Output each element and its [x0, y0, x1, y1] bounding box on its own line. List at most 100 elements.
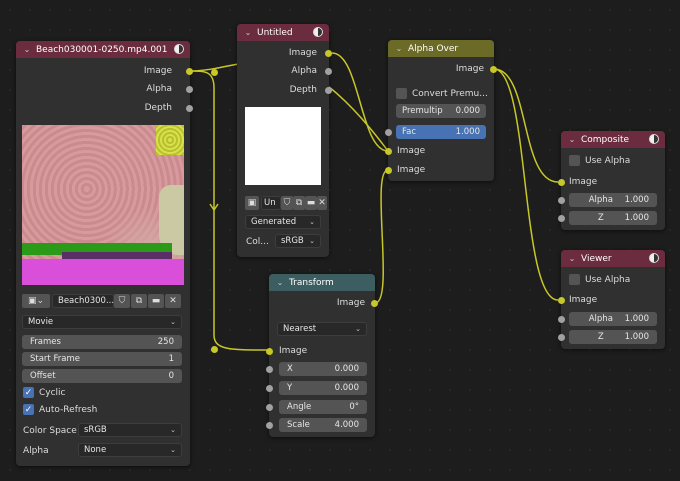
movie-output-image-label: Image: [143, 66, 172, 76]
viewer-input-label: Image: [569, 295, 598, 305]
scale-input-socket[interactable]: [266, 422, 273, 429]
source-type-dropdown[interactable]: Movie ⌄: [22, 315, 182, 329]
unlink-close-icon[interactable]: ✕: [317, 196, 327, 210]
offset-field[interactable]: Offset 0: [22, 369, 182, 383]
cyclic-checkbox[interactable]: ✓ Cyclic: [23, 387, 66, 398]
fake-user-shield-icon[interactable]: ⛉: [114, 294, 130, 308]
start-frame-field[interactable]: Start Frame 1: [22, 352, 182, 366]
alpha-over-node[interactable]: ⌄ Alpha Over Image Convert Premu... Prem…: [385, 40, 497, 181]
image-browse-icon[interactable]: ▣: [245, 196, 259, 210]
viewer-alpha-field[interactable]: Alpha 1.000: [569, 312, 657, 326]
alpha-mode-dropdown[interactable]: None ⌄: [78, 443, 182, 457]
x-field[interactable]: X 0.000: [279, 362, 367, 376]
chevron-down-icon: ⌄: [309, 237, 315, 245]
y-field[interactable]: Y 0.000: [279, 381, 367, 395]
viewer-node[interactable]: ⌄ Viewer Use Alpha Image Alpha 1.000 Z 1.0…: [558, 250, 665, 349]
generated-source-dropdown[interactable]: Generated ⌄: [245, 215, 321, 229]
movie-clip-node[interactable]: ⌄ Beach030001-0250.mp4.001 Image Alpha D…: [16, 41, 193, 466]
composite-title: Composite: [581, 134, 630, 145]
viewer-image-socket[interactable]: [558, 297, 565, 304]
composite-alpha-field[interactable]: Alpha 1.000: [569, 193, 657, 207]
untitled-image-node[interactable]: ⌄ Untitled Image Alpha Depth ▣ Un ⛉ ⧉ ▬ …: [237, 24, 332, 257]
viewer-z-socket[interactable]: [558, 334, 565, 341]
transform-output-socket[interactable]: [371, 300, 378, 307]
preview-sphere-icon[interactable]: [649, 253, 659, 263]
untitled-output-image-label: Image: [288, 48, 317, 58]
composite-use-alpha-checkbox[interactable]: Use Alpha: [569, 155, 630, 166]
x-input-socket[interactable]: [266, 366, 273, 373]
composite-z-field[interactable]: Z 1.000: [569, 211, 657, 225]
untitled-output-alpha-socket[interactable]: [325, 68, 332, 75]
duplicate-image-icon[interactable]: ⧉: [131, 294, 147, 308]
auto-refresh-checkbox[interactable]: ✓ Auto-Refresh: [23, 404, 97, 415]
movie-node-header[interactable]: ⌄ Beach030001-0250.mp4.001: [16, 41, 190, 58]
angle-field[interactable]: Angle 0°: [279, 400, 367, 414]
link-reroute-arrow-icon: [209, 203, 219, 212]
collapse-chevron-icon[interactable]: ⌄: [243, 28, 253, 37]
composite-header[interactable]: ⌄ Composite: [561, 131, 665, 148]
composite-image-socket[interactable]: [558, 179, 565, 186]
movie-output-depth-socket[interactable]: [186, 105, 193, 112]
preview-sphere-icon[interactable]: [649, 134, 659, 144]
preview-magenta-band: [22, 259, 184, 285]
composite-node[interactable]: ⌄ Composite Use Alpha Image Alpha 1.000 Z…: [558, 131, 665, 230]
scale-field[interactable]: Scale 4.000: [279, 418, 367, 432]
viewer-header[interactable]: ⌄ Viewer: [561, 250, 665, 267]
transform-input-socket[interactable]: [266, 348, 273, 355]
fac-input-socket[interactable]: [385, 129, 392, 136]
movie-output-alpha-label: Alpha: [146, 84, 172, 94]
untitled-output-depth-socket[interactable]: [325, 87, 332, 94]
fake-user-shield-icon[interactable]: ⛉: [281, 196, 293, 210]
transform-title: Transform: [289, 277, 334, 288]
checkbox-empty-icon: [569, 155, 580, 166]
movie-output-depth-label: Depth: [144, 103, 172, 113]
reroute-socket[interactable]: [211, 69, 218, 76]
open-folder-icon[interactable]: ▬: [305, 196, 317, 210]
untitled-output-image-socket[interactable]: [325, 50, 332, 57]
viewer-z-field[interactable]: Z 1.000: [569, 330, 657, 344]
transform-node[interactable]: ⌄ Transform Image Nearest ⌄ Image X 0.000 …: [266, 274, 378, 437]
fac-field[interactable]: Fac 1.000: [396, 125, 486, 139]
transform-header[interactable]: ⌄ Transform: [269, 274, 375, 291]
color-space-dropdown[interactable]: sRGB ⌄: [78, 423, 182, 437]
composite-z-socket[interactable]: [558, 215, 565, 222]
premultiplied-field[interactable]: Premultip 0.000: [396, 104, 486, 118]
transform-output-label: Image: [336, 298, 365, 308]
alpha-over-header[interactable]: ⌄ Alpha Over: [388, 40, 494, 57]
frames-field[interactable]: Frames 250: [22, 335, 182, 349]
convert-premultiplied-checkbox[interactable]: Convert Premu...: [396, 88, 488, 99]
checkbox-empty-icon: [569, 274, 580, 285]
filter-type-dropdown[interactable]: Nearest ⌄: [277, 322, 367, 336]
collapse-chevron-icon[interactable]: ⌄: [567, 254, 577, 263]
reroute-socket-lower[interactable]: [211, 346, 218, 353]
duplicate-image-icon[interactable]: ⧉: [293, 196, 305, 210]
chevron-down-icon: ⌄: [309, 218, 315, 226]
movie-image-name-field[interactable]: Beach0300...: [52, 294, 114, 308]
collapse-chevron-icon[interactable]: ⌄: [394, 44, 404, 53]
chevron-down-icon: ⌄: [170, 318, 176, 326]
link-untitled-to-alphaover: [331, 52, 389, 152]
preview-sphere-icon[interactable]: [313, 27, 323, 37]
viewer-use-alpha-checkbox[interactable]: Use Alpha: [569, 274, 630, 285]
untitled-node-header[interactable]: ⌄ Untitled: [237, 24, 329, 41]
alpha-over-input2-socket[interactable]: [385, 167, 392, 174]
color-space-label: Color Space: [23, 426, 77, 436]
untitled-image-name-field[interactable]: Un: [261, 196, 281, 210]
angle-input-socket[interactable]: [266, 404, 273, 411]
movie-output-image-socket[interactable]: [186, 68, 193, 75]
collapse-chevron-icon[interactable]: ⌄: [275, 278, 285, 287]
untitled-colorspace-dropdown[interactable]: sRGB ⌄: [275, 234, 321, 248]
untitled-node-title: Untitled: [257, 27, 293, 38]
composite-alpha-socket[interactable]: [558, 197, 565, 204]
y-input-socket[interactable]: [266, 385, 273, 392]
alpha-over-input1-socket[interactable]: [385, 148, 392, 155]
preview-sphere-icon[interactable]: [174, 44, 184, 54]
movie-output-alpha-socket[interactable]: [186, 86, 193, 93]
collapse-chevron-icon[interactable]: ⌄: [567, 135, 577, 144]
alpha-over-output-socket[interactable]: [490, 66, 497, 73]
viewer-alpha-socket[interactable]: [558, 316, 565, 323]
unlink-close-icon[interactable]: ✕: [165, 294, 181, 308]
collapse-chevron-icon[interactable]: ⌄: [22, 45, 32, 54]
open-folder-icon[interactable]: ▬: [148, 294, 164, 308]
image-browse-button[interactable]: ▣⌄: [22, 294, 50, 308]
